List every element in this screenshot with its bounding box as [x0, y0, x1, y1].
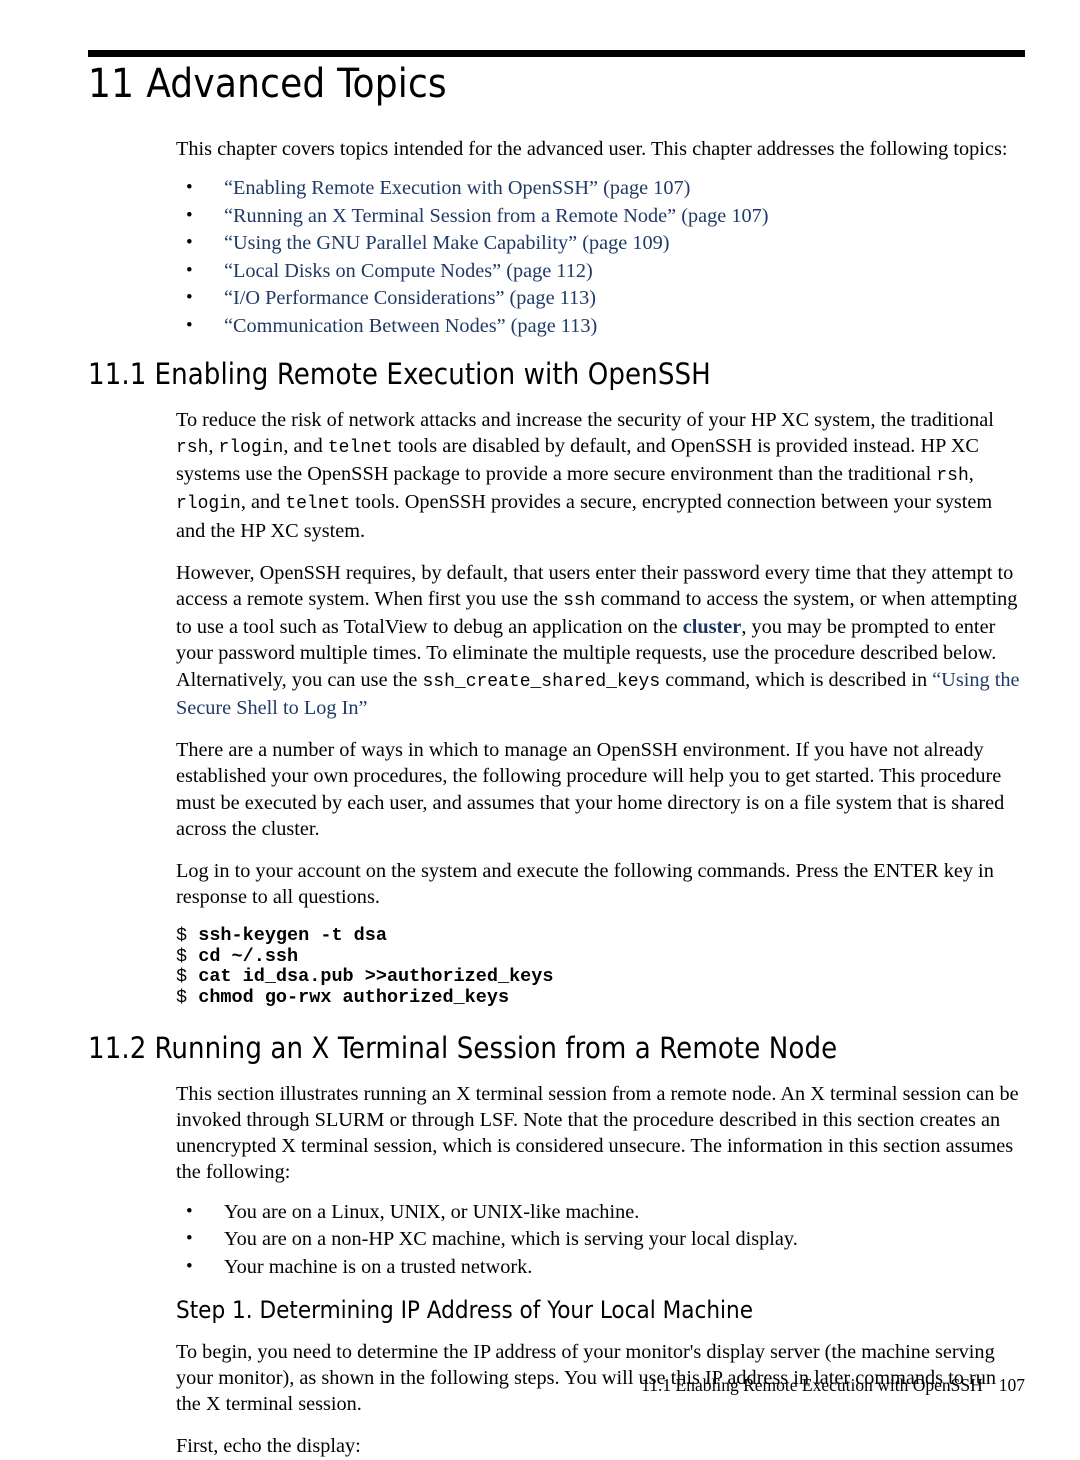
section-title-text: Running an X Terminal Session from a Rem…: [154, 1031, 838, 1066]
step-1-body: To begin, you need to determine the IP a…: [176, 1339, 1025, 1460]
text-run: ,: [968, 463, 974, 486]
section-11-1-body: To reduce the risk of network attacks an…: [176, 407, 1025, 1008]
topic-link[interactable]: “I/O Performance Considerations” (page 1…: [224, 287, 596, 309]
footer-page-number: 107: [998, 1375, 1025, 1395]
glossary-term-cluster[interactable]: cluster: [683, 616, 742, 638]
shell-command: ssh-keygen -t dsa: [198, 925, 387, 947]
shell-prompt: $: [176, 986, 188, 1008]
text-run: ,: [208, 435, 219, 458]
chapter-intro-paragraph: This chapter covers topics intended for …: [176, 138, 1008, 161]
paragraph-login-instructions: Log in to your account on the system and…: [176, 859, 994, 909]
topic-link[interactable]: “Running an X Terminal Session from a Re…: [224, 205, 769, 227]
document-page: 11 Advanced Topics This chapter covers to…: [0, 0, 1080, 1457]
paragraph-manage-environment: There are a number of ways in which to m…: [176, 739, 1005, 840]
topic-link[interactable]: “Enabling Remote Execution with OpenSSH”…: [224, 177, 690, 199]
section-heading-11-2: 11.2 Running an X Terminal Session from a…: [88, 1032, 1025, 1064]
chapter-top-rule: [88, 50, 1025, 57]
section-title-text: Enabling Remote Execution with OpenSSH: [154, 357, 711, 392]
shell-command: cat id_dsa.pub >>authorized_keys: [198, 966, 554, 988]
list-item: You are on a non-HP XC machine, which is…: [176, 1225, 1025, 1254]
code-block-ssh-setup: $ ssh-keygen -t dsa $ cd ~/.ssh $ cat id…: [176, 926, 1025, 1008]
paragraph-ssh-intro: To reduce the risk of network attacks an…: [176, 407, 1025, 544]
list-item[interactable]: “Enabling Remote Execution with OpenSSH”…: [176, 174, 1025, 203]
list-item[interactable]: “Local Disks on Compute Nodes” (page 112…: [176, 257, 1025, 286]
inline-code-ssh-create-shared-keys: ssh_create_shared_keys: [422, 671, 661, 692]
assumptions-list: You are on a Linux, UNIX, or UNIX-like m…: [176, 1198, 1025, 1282]
list-item[interactable]: “Running an X Terminal Session from a Re…: [176, 202, 1025, 231]
chapter-intro-block: This chapter covers topics intended for …: [176, 136, 1025, 340]
list-item[interactable]: “Communication Between Nodes” (page 113): [176, 312, 1025, 341]
list-item: You are on a Linux, UNIX, or UNIX-like m…: [176, 1198, 1025, 1227]
step-heading-1: Step 1. Determining IP Address of Your L…: [176, 1296, 753, 1325]
inline-code-rlogin: rlogin: [218, 438, 284, 459]
inline-code-telnet: telnet: [327, 438, 393, 459]
inline-code-rsh: rsh: [176, 438, 209, 459]
page-content: 11 Advanced Topics This chapter covers to…: [88, 50, 1025, 1460]
paragraph-x-terminal-intro: This section illustrates running an X te…: [176, 1082, 1019, 1184]
inline-code-rsh: rsh: [936, 466, 969, 487]
shell-command: cd ~/.ssh: [198, 945, 299, 967]
section-11-2-body: This section illustrates running an X te…: [176, 1081, 1025, 1281]
page-footer: 11.1 Enabling Remote Execution with Open…: [88, 1374, 1025, 1396]
shell-prompt: $: [176, 966, 188, 988]
topic-link[interactable]: “Local Disks on Compute Nodes” (page 112…: [224, 260, 593, 282]
list-item[interactable]: “I/O Performance Considerations” (page 1…: [176, 284, 1025, 313]
shell-prompt: $: [176, 945, 188, 967]
paragraph-echo-display: First, echo the display:: [176, 1435, 361, 1458]
shell-command: chmod go-rwx authorized_keys: [198, 986, 510, 1008]
text-run: , and: [240, 491, 286, 514]
text-run: , and: [283, 435, 328, 458]
text-run: command, which is described in: [660, 668, 933, 691]
text-run: To reduce the risk of network attacks an…: [176, 408, 994, 431]
footer-section-label: 11.1 Enabling Remote Execution with Open…: [641, 1375, 983, 1395]
list-item[interactable]: “Using the GNU Parallel Make Capability”…: [176, 229, 1025, 258]
inline-code-ssh: ssh: [563, 591, 596, 612]
list-item: Your machine is on a trusted network.: [176, 1253, 1025, 1282]
chapter-title-text: Advanced Topics: [146, 61, 447, 107]
shell-prompt: $: [176, 925, 188, 947]
chapter-number: 11: [88, 61, 135, 107]
paragraph-password-prompts: However, OpenSSH requires, by default, t…: [176, 560, 1025, 721]
inline-code-telnet: telnet: [285, 494, 351, 515]
inline-code-rlogin: rlogin: [176, 494, 241, 515]
section-number: 11.2: [88, 1031, 147, 1066]
topic-link[interactable]: “Using the GNU Parallel Make Capability”…: [224, 232, 670, 254]
chapter-topics-list: “Enabling Remote Execution with OpenSSH”…: [176, 174, 1025, 341]
topic-link[interactable]: “Communication Between Nodes” (page 113): [224, 315, 597, 337]
section-number: 11.1: [88, 357, 147, 392]
section-heading-11-1: 11.1 Enabling Remote Execution with OpenS…: [88, 358, 1025, 390]
chapter-title: 11 Advanced Topics: [88, 61, 1025, 107]
